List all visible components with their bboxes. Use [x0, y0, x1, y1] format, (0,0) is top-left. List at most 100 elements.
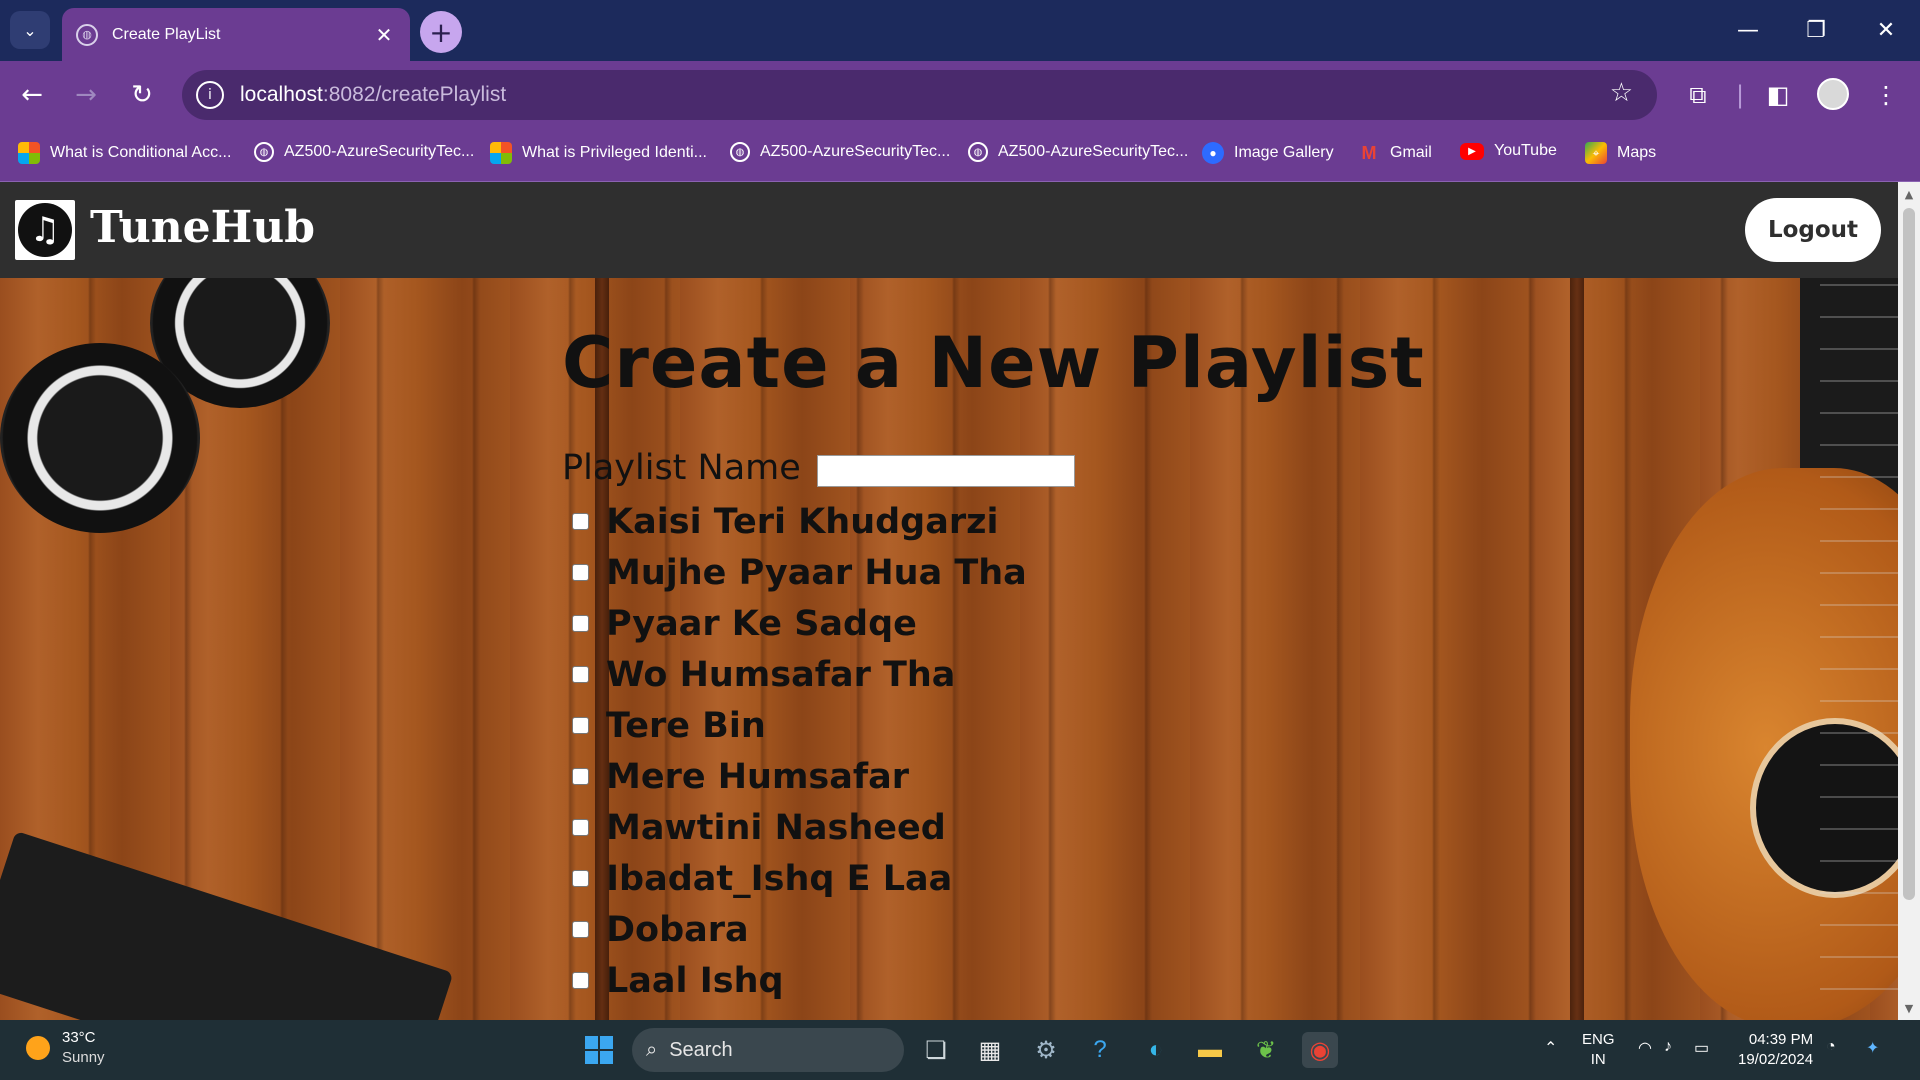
bookmark-item[interactable]: ▶ YouTube	[1460, 142, 1557, 160]
song-item[interactable]: Mujhe Pyaar Hua Tha	[562, 547, 1425, 598]
globe-icon: ◍	[76, 23, 98, 46]
playlist-name-input[interactable]	[816, 455, 1075, 487]
minimize-button[interactable]: —	[1718, 10, 1778, 50]
song-label: Mawtini Nasheed	[606, 807, 946, 848]
brand-name: TuneHub	[90, 202, 316, 253]
taskbar-search[interactable]: ⌕ Search	[632, 1028, 904, 1072]
bookmark-label: AZ500-AzureSecurityTec...	[284, 143, 475, 160]
song-checkbox[interactable]	[572, 564, 589, 581]
scroll-up-icon[interactable]: ▲	[1898, 184, 1920, 204]
song-checkbox[interactable]	[572, 972, 589, 989]
song-checkbox[interactable]	[572, 921, 589, 938]
volume-icon[interactable]: ♪	[1664, 1038, 1672, 1056]
wifi-icon[interactable]: ◠	[1638, 1038, 1652, 1058]
spring-tool-icon[interactable]: ❦	[1248, 1032, 1284, 1068]
windows-start-icon[interactable]	[585, 1036, 613, 1064]
side-panel-icon[interactable]: ◧	[1760, 77, 1796, 113]
chrome-icon[interactable]: ◉	[1302, 1032, 1338, 1068]
restore-button[interactable]: ❐	[1786, 10, 1846, 50]
song-item[interactable]: Mere Humsafar	[562, 751, 1425, 802]
close-tab-icon[interactable]: ✕	[372, 23, 396, 47]
bookmark-item[interactable]: What is Privileged Identi...	[490, 142, 707, 164]
profile-avatar[interactable]	[1817, 78, 1849, 110]
tab-create-playlist[interactable]: ◍ Create PlayList ✕	[62, 8, 410, 61]
bookmark-item[interactable]: ◍ AZ500-AzureSecurityTec...	[730, 142, 950, 162]
song-item[interactable]: Laal Ishq	[562, 955, 1425, 1006]
tab-search-button[interactable]: ⌄	[10, 11, 50, 49]
scroll-down-icon[interactable]: ▼	[1898, 998, 1920, 1018]
song-checkbox[interactable]	[572, 666, 589, 683]
device-decoration	[0, 830, 454, 1020]
song-checkbox[interactable]	[572, 717, 589, 734]
song-item[interactable]: Mawtini Nasheed	[562, 802, 1425, 853]
address-bar[interactable]: i localhost:8082/createPlaylist ☆	[182, 70, 1657, 120]
song-item[interactable]: Wo Humsafar Tha	[562, 649, 1425, 700]
clock[interactable]: 04:39 PM 19/02/2024	[1738, 1030, 1813, 1070]
guitar-strings-decoration	[1820, 278, 1898, 1020]
clock-date: 19/02/2024	[1738, 1051, 1814, 1068]
site-info-icon[interactable]: i	[196, 81, 224, 109]
bookmark-item[interactable]: ◍ AZ500-AzureSecurityTec...	[254, 142, 474, 162]
song-checkbox[interactable]	[572, 768, 589, 785]
bookmark-item[interactable]: ◍ AZ500-AzureSecurityTec...	[968, 142, 1188, 162]
notification-bell-icon[interactable]: ◔	[1826, 1038, 1836, 1056]
music-note-icon: ♫	[15, 200, 75, 260]
task-view-icon[interactable]: ❏	[918, 1032, 954, 1068]
copilot-icon[interactable]: ✦	[1866, 1038, 1879, 1058]
battery-icon[interactable]: ▭	[1694, 1038, 1709, 1058]
back-button[interactable]: ←	[12, 75, 52, 115]
song-item[interactable]: Ibadat_Ishq E Laa	[562, 853, 1425, 904]
bookmark-label: AZ500-AzureSecurityTec...	[760, 143, 951, 160]
scroll-thumb[interactable]	[1903, 208, 1915, 900]
edge-browser-icon[interactable]: ◐	[1138, 1032, 1174, 1068]
extensions-icon[interactable]: ⧉	[1680, 77, 1716, 113]
bookmark-item[interactable]: ⌖ Maps	[1585, 142, 1656, 164]
search-icon: ⌕	[646, 1038, 658, 1061]
song-checkbox[interactable]	[572, 615, 589, 632]
bookmark-item[interactable]: ● Image Gallery	[1202, 142, 1334, 164]
bookmark-label: Gmail	[1390, 144, 1432, 161]
plank-seam	[1570, 278, 1584, 1020]
menu-kebab-icon[interactable]: ⋮	[1868, 77, 1904, 113]
weather-widget[interactable]: 33°C Sunny	[26, 1028, 105, 1068]
close-window-button[interactable]: ✕	[1856, 10, 1916, 50]
new-tab-button[interactable]: +	[420, 11, 462, 53]
song-label: Mujhe Pyaar Hua Tha	[606, 552, 1027, 593]
tab-strip: ⌄ ◍ Create PlayList ✕ + — ❐ ✕	[0, 0, 1920, 61]
page-title: Create a New Playlist	[562, 322, 1425, 404]
weather-condition: Sunny	[62, 1049, 105, 1066]
microsoft-icon	[490, 142, 512, 164]
bookmark-star-icon[interactable]: ☆	[1610, 78, 1633, 108]
help-icon[interactable]: ?	[1082, 1032, 1118, 1068]
song-item[interactable]: Dobara	[562, 904, 1425, 955]
site-navbar: ♫ TuneHub Logout	[0, 182, 1898, 278]
chevron-up-icon[interactable]: ⌃	[1544, 1038, 1557, 1058]
tab-title: Create PlayList	[112, 25, 221, 43]
language-indicator[interactable]: ENG IN	[1582, 1030, 1615, 1070]
song-item[interactable]: Pyaar Ke Sadqe	[562, 598, 1425, 649]
song-item[interactable]: Tere Bin	[562, 700, 1425, 751]
song-checkbox[interactable]	[572, 870, 589, 887]
maps-icon: ⌖	[1585, 142, 1607, 164]
url-host: localhost	[240, 83, 323, 106]
song-checkbox[interactable]	[572, 513, 589, 530]
bookmark-item[interactable]: M Gmail	[1358, 142, 1432, 164]
file-explorer-icon[interactable]: ▬	[1192, 1032, 1228, 1068]
logout-button[interactable]: Logout	[1745, 198, 1881, 262]
microsoft-store-icon[interactable]: ▦	[972, 1032, 1008, 1068]
song-item[interactable]: Kaisi Teri Khudgarzi	[562, 496, 1425, 547]
bookmark-label: AZ500-AzureSecurityTec...	[998, 143, 1189, 160]
temperature: 33°C	[62, 1029, 96, 1046]
globe-icon: ◍	[254, 142, 274, 162]
song-label: Laal Ishq	[606, 960, 784, 1001]
page-scrollbar[interactable]: ▲ ▼	[1898, 182, 1920, 1020]
globe-icon: ◍	[968, 142, 988, 162]
song-checkbox[interactable]	[572, 819, 589, 836]
bookmark-label: What is Conditional Acc...	[50, 144, 232, 161]
settings-gear-icon[interactable]: ⚙	[1028, 1032, 1064, 1068]
reload-button[interactable]: ↻	[122, 75, 162, 115]
bookmark-label: Image Gallery	[1234, 144, 1334, 161]
bookmark-item[interactable]: What is Conditional Acc...	[18, 142, 231, 164]
forward-button[interactable]: →	[66, 75, 106, 115]
search-label: Search	[669, 1038, 733, 1061]
